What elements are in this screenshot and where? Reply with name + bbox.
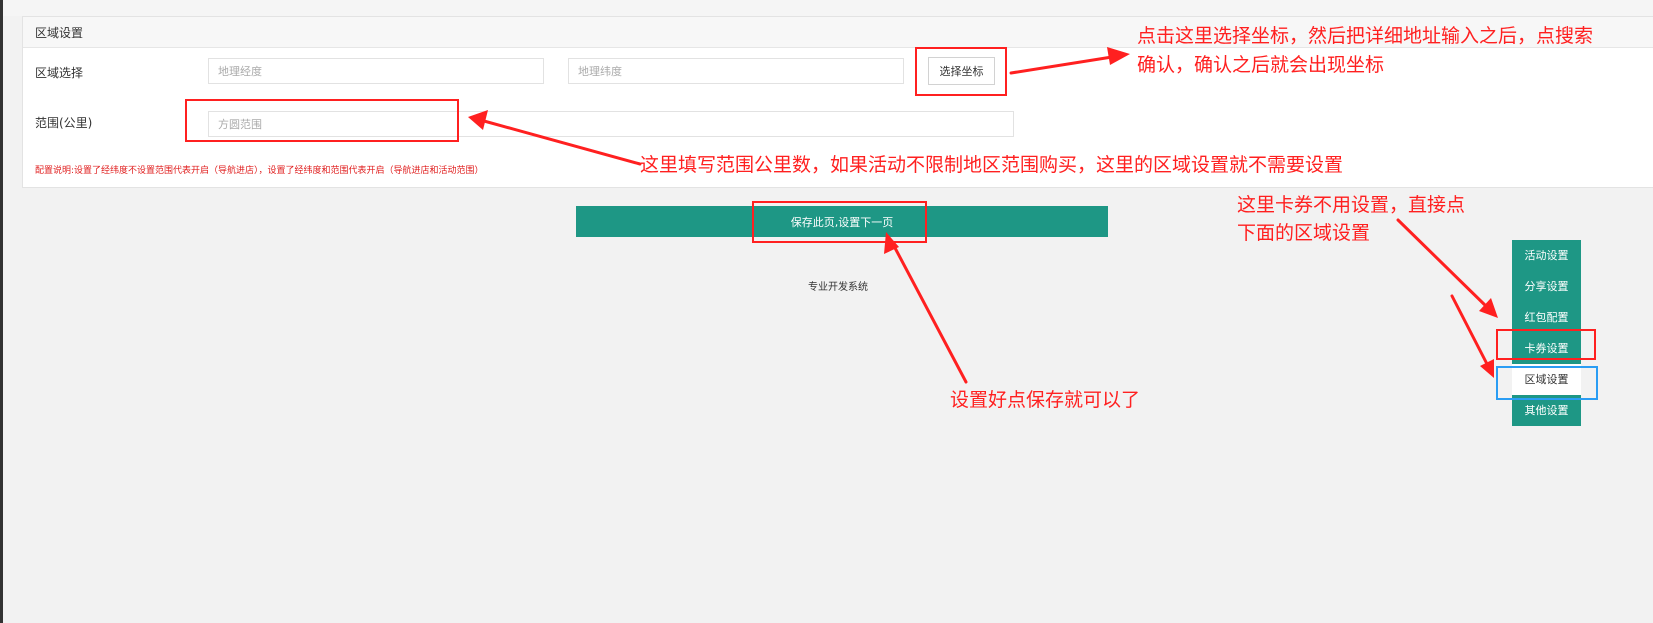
top-strip — [3, 0, 1653, 16]
longitude-input[interactable] — [208, 58, 544, 84]
annotation-coupon-line2: 下面的区域设置 — [1237, 222, 1371, 244]
arrow-to-red-packet-line — [1396, 218, 1491, 311]
range-label: 范围(公里) — [35, 116, 93, 130]
window-left-edge — [0, 0, 3, 623]
footer-text: 专业开发系统 — [808, 282, 868, 293]
arrow-head-red-packet — [1479, 298, 1498, 318]
annotation-coupon-line1: 这里卡券不用设置，直接点 — [1237, 194, 1466, 216]
save-next-button[interactable]: 保存此页,设置下一页 — [576, 206, 1108, 237]
annotation-save: 设置好点保存就可以了 — [950, 389, 1141, 411]
region-select-label: 区域选择 — [35, 66, 84, 80]
select-coordinates-button[interactable]: 选择坐标 — [928, 57, 995, 85]
side-nav: 活动设置 分享设置 红包配置 卡券设置 区域设置 其他设置 — [1512, 240, 1581, 426]
annotation-range: 这里填写范围公里数，如果活动不限制地区范围购买，这里的区域设置就不需要设置 — [640, 154, 1344, 176]
arrow-to-coupon-line — [1450, 294, 1489, 366]
latitude-input[interactable] — [568, 58, 904, 84]
annotation-coords-line2: 确认，确认之后就会出现坐标 — [1137, 54, 1385, 76]
arrow-to-save-line — [892, 244, 968, 384]
panel-title: 区域设置 — [35, 26, 84, 40]
arrow-head-coupon — [1480, 359, 1494, 378]
side-nav-region-settings[interactable]: 区域设置 — [1512, 364, 1581, 395]
range-input[interactable] — [208, 111, 1014, 137]
side-nav-red-packet-config[interactable]: 红包配置 — [1512, 302, 1581, 333]
side-nav-share-settings[interactable]: 分享设置 — [1512, 271, 1581, 302]
side-nav-coupon-settings[interactable]: 卡券设置 — [1512, 333, 1581, 364]
config-note: 配置说明:设置了经纬度不设置范围代表开启（导航进店），设置了经纬度和范围代表开启… — [35, 166, 484, 176]
annotation-coords-line1: 点击这里选择坐标，然后把详细地址输入之后，点搜索 — [1137, 25, 1594, 47]
side-nav-activity-settings[interactable]: 活动设置 — [1512, 240, 1581, 271]
side-nav-other-settings[interactable]: 其他设置 — [1512, 395, 1581, 426]
